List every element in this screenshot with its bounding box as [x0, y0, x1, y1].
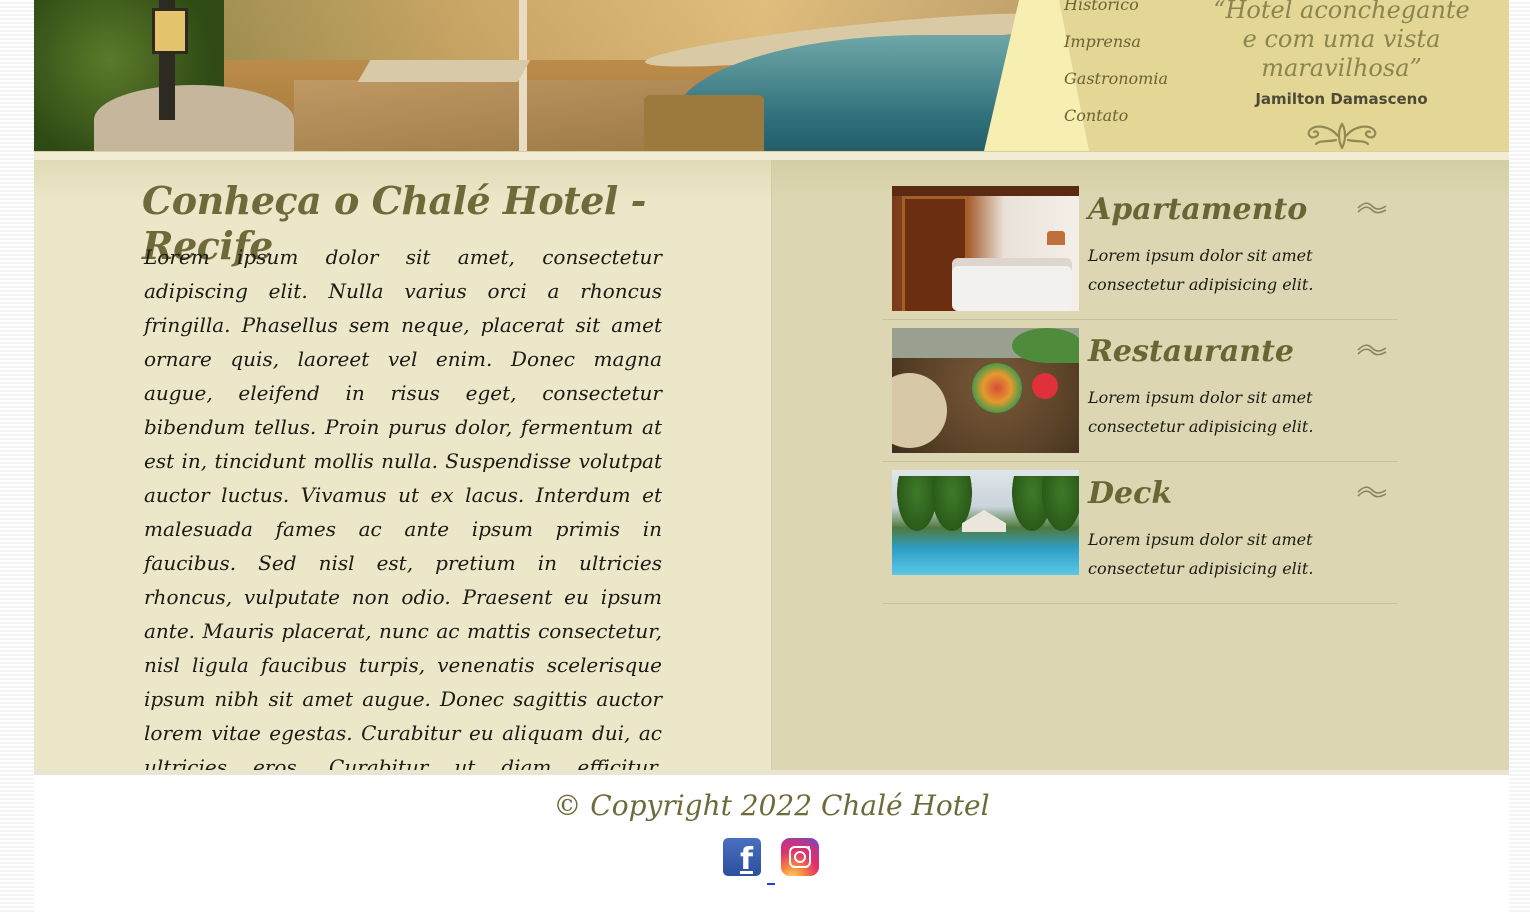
feature-text: Lorem ipsum dolor sit amet consectetur a…: [1088, 246, 1314, 294]
instagram-icon[interactable]: [781, 838, 819, 876]
restaurant-photo: [892, 328, 1079, 453]
squiggle-arrow-icon: [1357, 486, 1387, 498]
testimonial-quote: “Hotel aconchegante e com uma vista mara…: [1213, 0, 1470, 82]
header-divider: [34, 151, 1509, 160]
feature-title: Deck: [1088, 476, 1173, 511]
testimonial-author: Jamilton Damasceno: [1255, 90, 1428, 108]
squiggle-arrow-icon: [1357, 202, 1387, 214]
feature-text: Lorem ipsum dolor sit amet consectetur a…: [1088, 388, 1314, 436]
testimonial: “Hotel aconchegante e com uma vista mara…: [1194, 0, 1489, 108]
feature-list: Apartamento Lorem ipsum dolor sit amet c…: [882, 178, 1398, 604]
features-section: Apartamento Lorem ipsum dolor sit amet c…: [772, 160, 1509, 770]
nav-item-contato[interactable]: Contato: [1064, 97, 1194, 134]
feature-card-apartamento[interactable]: Apartamento Lorem ipsum dolor sit amet c…: [882, 178, 1398, 320]
deck-pool-photo: [892, 470, 1079, 575]
nav-item-historico[interactable]: Histórico: [1064, 0, 1194, 23]
feature-text: Lorem ipsum dolor sit amet consectetur a…: [1088, 530, 1314, 578]
nav-item-gastronomia[interactable]: Gastronomia: [1064, 60, 1194, 97]
footer: © Copyright 2022 Chalé Hotel f: [34, 775, 1509, 912]
hero-pool-image: [34, 0, 1074, 151]
page: Histórico Imprensa Gastronomia Contato “…: [34, 0, 1509, 912]
main-nav: Histórico Imprensa Gastronomia Contato: [1064, 0, 1194, 134]
nav-item-imprensa[interactable]: Imprensa: [1064, 23, 1194, 60]
header: Histórico Imprensa Gastronomia Contato “…: [34, 0, 1509, 151]
apartment-photo: [892, 186, 1079, 311]
about-section: Conheça o Chalé Hotel - Recife Lorem ips…: [34, 160, 772, 847]
ornament-icon: [1307, 122, 1377, 150]
feature-title: Apartamento: [1088, 192, 1308, 227]
facebook-icon[interactable]: f: [723, 838, 761, 876]
feature-card-deck[interactable]: Deck Lorem ipsum dolor sit amet consecte…: [882, 462, 1398, 604]
about-text: Lorem ipsum dolor sit amet, consectetur …: [144, 245, 662, 847]
feature-card-restaurante[interactable]: Restaurante Lorem ipsum dolor sit amet c…: [882, 320, 1398, 462]
copyright-text: © Copyright 2022 Chalé Hotel: [553, 789, 990, 822]
feature-title: Restaurante: [1088, 334, 1295, 369]
link-underline: [767, 883, 775, 885]
squiggle-arrow-icon: [1357, 344, 1387, 356]
